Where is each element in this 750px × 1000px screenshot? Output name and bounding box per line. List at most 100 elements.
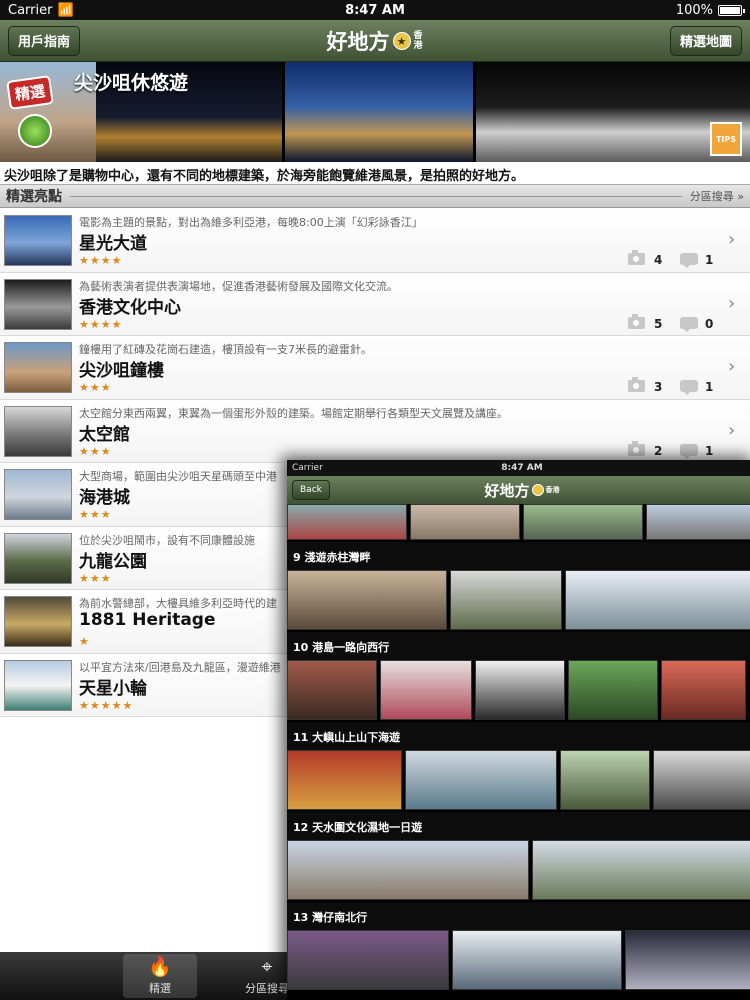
thumbnail xyxy=(4,215,72,266)
strip-photo xyxy=(475,660,565,720)
camera-icon xyxy=(628,440,645,456)
chevron-right-icon: › xyxy=(728,419,736,441)
rating-stars: ★★★★ xyxy=(79,317,123,331)
strip-photo xyxy=(287,504,407,540)
thumbnail xyxy=(4,596,72,647)
banner-title: 尖沙咀休悠遊 xyxy=(74,72,189,94)
inset-screenshot: Carrier 8:47 AM Back 好地方 香港 9 淺遊赤柱灣畔 10 … xyxy=(287,460,750,1000)
inset-star-logo-icon xyxy=(531,484,544,496)
strip-photo xyxy=(625,930,750,990)
app-subtitle: 香港 xyxy=(413,31,423,51)
item-description: 鐘樓用了紅磚及花崗石建造，樓頂設有一支7米長的避雷針。 xyxy=(79,343,372,356)
rating-stars: ★ xyxy=(79,635,90,648)
comments-count: 1 xyxy=(705,443,714,458)
strip-photo xyxy=(287,930,449,990)
inset-photo-strip[interactable] xyxy=(287,750,750,810)
carrier-group: Carrier 📶 xyxy=(8,3,74,18)
comment-icon xyxy=(680,253,698,268)
chevron-right-icon: › xyxy=(728,292,736,314)
inset-photo-strip[interactable] xyxy=(287,840,750,900)
strip-photo xyxy=(450,570,562,630)
comment-icon xyxy=(680,443,698,459)
tab-featured-label: 精選 xyxy=(149,982,171,995)
camera-icon xyxy=(628,250,645,265)
route-header[interactable]: 12 天水圍文化濕地一日遊 xyxy=(287,812,750,840)
battery-icon xyxy=(718,4,745,16)
inset-photo-strip[interactable] xyxy=(287,660,746,720)
strip-photo xyxy=(532,840,750,900)
item-description: 大型商場，範圍由尖沙咀天星碼頭至中港 xyxy=(79,470,277,483)
banner-photo-cultural-centre xyxy=(476,62,750,162)
comment-icon xyxy=(680,316,698,332)
thumbnail xyxy=(4,659,72,711)
featured-map-button[interactable]: 精選地圖 xyxy=(669,25,742,56)
carrier-label: Carrier xyxy=(8,2,53,18)
item-name: 星光大道 xyxy=(79,234,147,254)
tab-featured[interactable]: 🔥 精選 xyxy=(123,954,197,998)
rating-stars: ★★★ xyxy=(79,508,112,521)
strip-photo xyxy=(523,504,643,540)
item-name: 尖沙咀鐘樓 xyxy=(79,361,164,381)
route-header[interactable]: 9 淺遊赤柱灣畔 xyxy=(287,542,750,570)
banner-photo-harbour-skyline xyxy=(285,62,473,162)
rating-stars: ★★★★★ xyxy=(79,698,134,712)
inset-app-subtitle: 香港 xyxy=(545,486,560,494)
inset-photo-strip[interactable] xyxy=(287,504,750,540)
list-item[interactable]: 為藝術表演者提供表演場地，促進香港藝術發展及國際文化交流。 香港文化中心 ★★★… xyxy=(0,272,750,336)
rating-stars: ★★★ xyxy=(79,381,112,394)
list-item[interactable]: 太空館分東西兩翼，東翼為一個蛋形外殼的建築。場館定期舉行各類型天文展覽及講座。 … xyxy=(0,399,750,463)
list-item[interactable]: 鐘樓用了紅磚及花崗石建造，樓頂設有一支7米長的避雷針。 尖沙咀鐘樓 ★★★ 3 … xyxy=(0,336,750,400)
rating-stars: ★★★ xyxy=(79,444,112,458)
inset-photo-strip[interactable] xyxy=(287,570,750,630)
route-header[interactable]: 13 灣仔南北行 xyxy=(287,902,750,930)
camera-icon xyxy=(628,377,645,392)
rating-stars: ★★★★ xyxy=(79,254,123,267)
list-item[interactable]: 電影為主題的景點，對出為維多利亞港，每晚8:00上演「幻彩詠香江」 星光大道 ★… xyxy=(0,209,750,273)
rating-stars: ★★★ xyxy=(79,571,112,585)
chevron-right-icon: › xyxy=(728,229,736,250)
district-search-link[interactable]: 分區搜尋 » xyxy=(690,188,744,204)
star-logo-icon: ★ xyxy=(392,32,411,50)
photos-count: 5 xyxy=(654,316,663,331)
tab-district-label: 分區搜尋 xyxy=(245,982,289,995)
nav-bar: 用戶指南 精選地圖 好地方 ★ 香港 xyxy=(0,20,750,62)
featured-banner[interactable]: 精選 尖沙咀休悠遊 TIPS xyxy=(0,62,750,162)
strip-photo xyxy=(560,750,650,810)
section-title: 精選亮點 xyxy=(6,189,62,205)
back-button[interactable]: Back xyxy=(292,480,330,500)
tips-icon[interactable]: TIPS xyxy=(710,122,742,156)
thumbnail xyxy=(4,532,72,584)
photos-count: 2 xyxy=(654,443,663,458)
user-guide-button[interactable]: 用戶指南 xyxy=(8,25,81,56)
item-name: 九龍公園 xyxy=(79,551,147,572)
banner-play-button[interactable] xyxy=(18,114,52,148)
thumbnail xyxy=(4,405,72,457)
clock: 8:47 AM xyxy=(345,2,405,18)
nav-title-group: 好地方 ★ 香港 xyxy=(0,20,750,62)
section-header: 精選亮點 分區搜尋 » xyxy=(0,184,750,208)
photos-count: 4 xyxy=(654,253,663,267)
item-name: 1881 Heritage xyxy=(79,610,216,630)
item-description: 以平宜方法來/回港島及九龍區，漫遊維港 xyxy=(79,660,281,674)
strip-photo xyxy=(661,660,746,720)
item-description: 太空館分東西兩翼，東翼為一個蛋形外殼的建築。場館定期舉行各類型天文展覽及講座。 xyxy=(79,406,508,420)
strip-photo xyxy=(287,570,447,630)
thumbnail xyxy=(4,469,72,520)
strip-photo xyxy=(287,840,529,900)
section-divider xyxy=(70,195,682,197)
inset-photo-strip[interactable] xyxy=(287,930,750,990)
route-header[interactable]: 10 港島一路向西行 xyxy=(287,632,750,660)
comments-count: 1 xyxy=(705,380,714,394)
item-description: 電影為主題的景點，對出為維多利亞港，每晚8:00上演「幻彩詠香江」 xyxy=(79,216,423,229)
wifi-icon: 📶 xyxy=(57,2,74,18)
strip-photo xyxy=(405,750,557,810)
item-description: 位於尖沙咀鬧市，設有不同康體設施 xyxy=(79,533,255,547)
route-header[interactable]: 11 大嶼山上山下海遊 xyxy=(287,722,750,750)
inset-clock: 8:47 AM xyxy=(501,463,543,473)
comment-icon xyxy=(680,380,698,395)
picked-badge: 精選 xyxy=(6,75,54,110)
comments-count: 1 xyxy=(705,253,714,267)
status-bar: Carrier 📶 8:47 AM 100% xyxy=(0,0,750,20)
battery-group: 100% xyxy=(676,3,745,18)
inset-nav-bar: Back 好地方 香港 xyxy=(287,476,750,504)
